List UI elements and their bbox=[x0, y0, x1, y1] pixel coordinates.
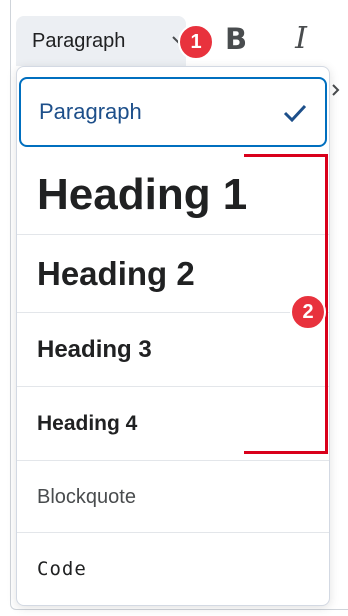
checkmark-icon bbox=[283, 104, 307, 122]
menu-item-paragraph[interactable]: Paragraph bbox=[19, 77, 327, 147]
chevron-right-icon[interactable] bbox=[332, 84, 340, 96]
menu-item-label: Heading 3 bbox=[37, 336, 152, 363]
block-format-select[interactable]: Paragraph bbox=[16, 16, 186, 66]
menu-item-label: Blockquote bbox=[37, 485, 136, 508]
annotation-badge-2: 2 bbox=[290, 294, 326, 330]
menu-item-label: Paragraph bbox=[39, 99, 142, 124]
menu-item-label: Heading 4 bbox=[37, 412, 138, 435]
menu-item-label: Code bbox=[37, 558, 87, 580]
menu-item-label: Heading 1 bbox=[37, 170, 248, 219]
editor-toolbar: Paragraph B I bbox=[0, 0, 348, 96]
menu-item-blockquote[interactable]: Blockquote bbox=[17, 461, 329, 533]
menu-item-label: Heading 2 bbox=[37, 255, 195, 292]
bold-button[interactable]: B bbox=[221, 22, 251, 56]
italic-button[interactable]: I bbox=[286, 22, 316, 56]
menu-item-code[interactable]: Code bbox=[17, 533, 329, 605]
block-format-value: Paragraph bbox=[32, 29, 126, 52]
annotation-badge-1: 1 bbox=[178, 24, 214, 60]
